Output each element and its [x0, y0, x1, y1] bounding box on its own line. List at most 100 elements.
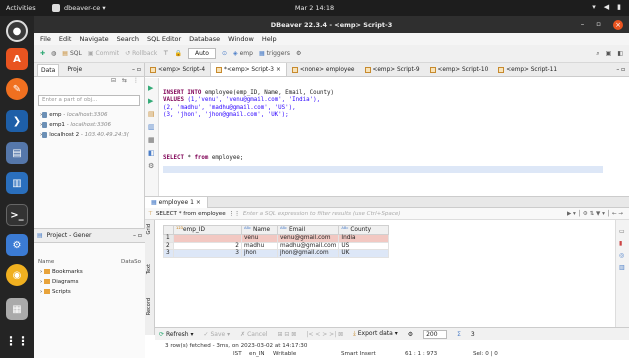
transaction-log-icon[interactable]: ⊤	[163, 50, 168, 57]
fetch-settings-icon[interactable]: ⚙	[408, 331, 413, 338]
outline-icon[interactable]: ◧	[148, 147, 158, 160]
new-connection-icon[interactable]: ✚	[40, 50, 45, 57]
row-edit-icons[interactable]: ⊞ ⊟ ⊠	[277, 331, 296, 338]
transaction-mode-select[interactable]: Auto	[188, 48, 216, 59]
minimize-icon[interactable]: –	[581, 20, 585, 30]
editor-tab[interactable]: <emp> Script-9	[360, 63, 425, 76]
cell-county[interactable]: UK	[338, 249, 390, 258]
perspective-db-icon[interactable]: ◧	[617, 50, 623, 57]
menu-database[interactable]: Database	[189, 35, 220, 43]
execute-script-icon[interactable]: ▶	[148, 95, 158, 108]
cell-name[interactable]: madhu	[241, 241, 278, 251]
panels-icon[interactable]: ▦	[148, 134, 158, 147]
menu-sql-editor[interactable]: SQL Editor	[147, 35, 181, 43]
settings-icon[interactable]: ⚙	[296, 50, 301, 57]
tab-record[interactable]: Record	[146, 298, 154, 315]
search-icon[interactable]: ⌕	[596, 50, 599, 58]
vscode-icon[interactable]: ❯	[6, 110, 28, 132]
sql-code-editor[interactable]: INSERT INTO employee(emp_ID, Name, Email…	[163, 83, 623, 174]
column-header-email[interactable]: ᴬᴮᶜ Email	[276, 225, 340, 235]
fetch-size-input[interactable]: 200	[423, 329, 448, 339]
filter-input[interactable]: Enter a SQL expression to filter results…	[243, 211, 401, 217]
minimize-panel-icon[interactable]: – ▫	[133, 232, 142, 239]
link-icon[interactable]: ⇆	[122, 77, 127, 85]
tab-grid[interactable]: Grid	[146, 224, 154, 235]
system-tray[interactable]: ▾ ◀ ▮	[592, 3, 621, 11]
show-apps-icon[interactable]: ⋮⋮	[5, 330, 29, 352]
project-col-name[interactable]: Name	[38, 259, 54, 265]
project-item-scripts[interactable]: › Scripts	[34, 287, 145, 297]
cell-emp-id[interactable]	[173, 234, 242, 243]
table-row[interactable]: 1 venu venu@gmail.com India	[163, 234, 390, 243]
layout-icon[interactable]: ▥	[619, 262, 629, 274]
row-number[interactable]: 3	[163, 249, 174, 258]
app-menu[interactable]: dbeaver-ce ▾	[52, 4, 106, 12]
window-titlebar[interactable]: DBeaver 22.3.4 - <emp> Script-3 – ▫ ×	[34, 16, 629, 33]
row-number[interactable]: 2	[163, 241, 174, 251]
cell-name[interactable]: jhon	[241, 249, 278, 258]
datasource-icon[interactable]: ⊙	[222, 50, 227, 57]
project-item-bookmarks[interactable]: › Bookmarks	[34, 267, 145, 277]
postman-icon[interactable]: ✎	[6, 78, 28, 100]
lock-icon[interactable]: 🔒	[175, 50, 182, 57]
connection-emp[interactable]: › emp - localhost:3306	[34, 110, 144, 120]
terminal-icon[interactable]: >_	[6, 204, 28, 226]
obs-icon[interactable]: ●	[6, 20, 28, 42]
file-manager-icon[interactable]: ▤	[6, 142, 28, 164]
battery-icon[interactable]: ▮	[617, 3, 621, 11]
close-icon[interactable]: ×	[613, 20, 623, 30]
connection-emp1[interactable]: › emp1 - localhost:3306	[34, 120, 144, 130]
grid-corner[interactable]	[163, 225, 174, 235]
editor-tab-active[interactable]: *<emp> Script-3 ×	[210, 63, 287, 76]
schema-select[interactable]: ◈ emp	[233, 50, 253, 57]
project-item-diagrams[interactable]: › Diagrams	[34, 277, 145, 287]
cell-name[interactable]: venu	[241, 234, 278, 243]
close-tab-icon[interactable]: ×	[276, 63, 281, 76]
format-icon[interactable]: ▥	[148, 121, 158, 134]
pagination-icons[interactable]: |< < > >| ⊠	[306, 331, 343, 338]
view-menu-icon[interactable]: ⋮	[133, 77, 139, 85]
column-header-name[interactable]: ᴬᴮᶜ Name	[241, 225, 278, 235]
rollback-button[interactable]: ↺ Rollback	[125, 50, 157, 57]
cell-email[interactable]: venu@gmail.com	[276, 234, 340, 243]
cell-county[interactable]: US	[338, 241, 390, 251]
navigator-icon[interactable]: ◍	[51, 50, 56, 57]
editor-tab[interactable]: <emp> Script-10	[425, 63, 494, 76]
perspective-icon[interactable]: ▣	[606, 50, 612, 57]
catalog-select[interactable]: ▦ triggers	[259, 50, 290, 57]
cell-emp-id[interactable]: 3	[173, 249, 242, 258]
panels-toggle-icon[interactable]: ▭	[619, 226, 629, 238]
explain-plan-icon[interactable]: ▤	[148, 108, 158, 121]
more-tabs-icon[interactable]: – ▫	[616, 67, 625, 73]
cell-county[interactable]: India	[338, 234, 390, 243]
filter-query[interactable]: SELECT * from employee	[156, 211, 226, 217]
text-editor-icon[interactable]: ▥	[6, 172, 28, 194]
tab-projects[interactable]: Proje	[67, 66, 82, 73]
menu-navigate[interactable]: Navigate	[79, 35, 108, 43]
menu-file[interactable]: File	[40, 35, 51, 43]
tab-text[interactable]: Text	[146, 264, 154, 274]
navigator-filter-input[interactable]: Enter a part of obj...	[38, 95, 140, 106]
dbeaver-dock-icon[interactable]: ⚙	[6, 234, 28, 256]
editor-tab[interactable]: <none> employee	[287, 63, 360, 76]
cell-email[interactable]: madhu@gmail.com	[276, 241, 340, 251]
minimize-panel-icon[interactable]: – ▫	[132, 66, 141, 73]
activities-button[interactable]: Activities	[0, 4, 52, 12]
row-number[interactable]: 1	[163, 234, 174, 243]
chrome-icon[interactable]: ◉	[6, 264, 28, 286]
commit-button[interactable]: ▣ Commit	[88, 50, 119, 57]
menu-window[interactable]: Window	[228, 35, 254, 43]
software-center-icon[interactable]: A	[6, 48, 28, 70]
volume-icon[interactable]: ◀	[604, 3, 609, 11]
workspace-icon[interactable]: ▦	[6, 298, 28, 320]
menu-edit[interactable]: Edit	[59, 35, 72, 43]
refresh-panel-icon[interactable]: ◎	[619, 250, 629, 262]
tab-database-navigator[interactable]: Data	[37, 63, 60, 76]
column-header-emp-id[interactable]: ¹²³emp_ID	[173, 225, 242, 235]
refresh-button[interactable]: ⟳ Refresh ▾	[159, 331, 194, 338]
table-row[interactable]: 2 2 madhu madhu@gmail.com US	[163, 241, 390, 251]
editor-tab[interactable]: <emp> Script-11	[493, 63, 562, 76]
maximize-icon[interactable]: ▫	[596, 20, 601, 30]
collapse-icon[interactable]: ⊟	[111, 77, 116, 85]
filter-expand-icon[interactable]: ⋮⋮	[229, 211, 240, 217]
